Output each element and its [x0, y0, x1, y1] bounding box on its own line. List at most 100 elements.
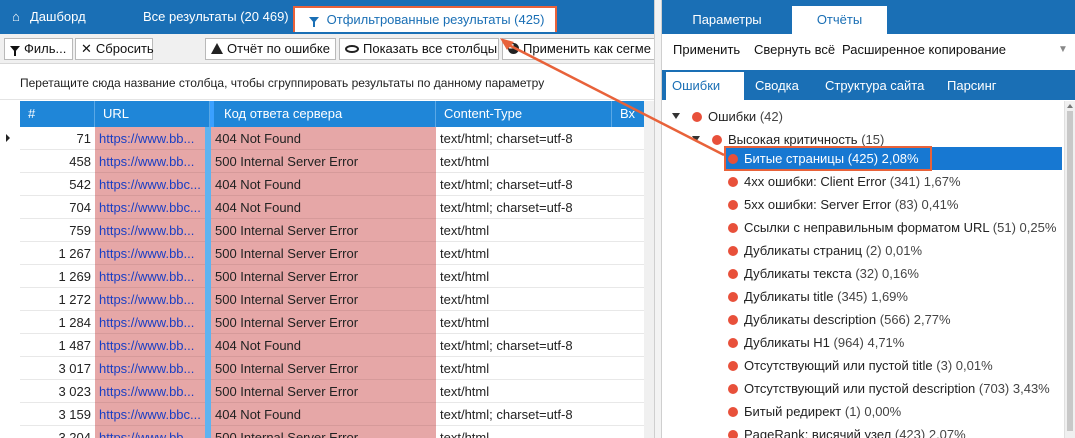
cell-inlinks [612, 127, 644, 150]
cell-inlinks [612, 265, 644, 288]
tab-parsing[interactable]: Парсинг [947, 72, 997, 100]
table-row[interactable]: 759 https://www.bb... 500 Internal Server … [0, 219, 644, 242]
cell-url-link[interactable]: https://www.bb... [95, 380, 210, 403]
tab-site-structure[interactable]: Структура сайта [825, 72, 924, 100]
tree-scrollbar-thumb[interactable] [1067, 111, 1073, 431]
tree-node-item[interactable]: Дубликаты текста (32) 0,16% [728, 262, 919, 285]
tree-node-item[interactable]: Дубликаты description (566) 2,77% [728, 308, 951, 331]
cell-url-link[interactable]: https://www.bb... [95, 311, 210, 334]
reset-button-label: Сбросить [95, 41, 154, 56]
table-row[interactable]: 3 017 https://www.bb... 500 Internal Serve… [0, 357, 644, 380]
side-panel: Параметры Отчёты Применить Свернуть всё … [662, 0, 1075, 438]
error-dot-icon [728, 315, 738, 325]
apply-link[interactable]: Применить [673, 34, 740, 68]
table-row[interactable]: 3 204 https://www.bb... 500 Internal Serve… [0, 426, 644, 438]
table-row[interactable]: 3 023 https://www.bb... 500 Internal Serve… [0, 380, 644, 403]
error-dot-icon [692, 112, 702, 122]
results-toolbar: Филь... ✕ Сбросить Отчёт по ошибке Показа… [0, 34, 654, 64]
column-header-number[interactable]: # [20, 101, 95, 127]
column-header-content-type[interactable]: Content-Type [436, 101, 612, 127]
tree-node-label: Дубликаты H1 [744, 335, 830, 350]
table-row[interactable]: 458 https://www.bb... 500 Internal Server … [0, 150, 644, 173]
more-actions-icon[interactable]: ▼ [1058, 34, 1068, 68]
cell-number: 1 269 [20, 265, 95, 288]
tab-filtered-results[interactable]: Отфильтрованные результаты (425) [293, 6, 557, 32]
warning-icon [211, 43, 223, 54]
cell-url-link[interactable]: https://www.bbc... [95, 173, 210, 196]
apply-as-segment-button[interactable]: Применить как сегме [502, 38, 654, 60]
tree-scrollbar[interactable] [1064, 101, 1075, 438]
cell-url-link[interactable]: https://www.bb... [95, 334, 210, 357]
table-row[interactable]: 704 https://www.bbc... 404 Not Found text/h… [0, 196, 644, 219]
tab-parameters[interactable]: Параметры [662, 6, 792, 34]
tree-node-count: (42) [759, 109, 783, 124]
advanced-copy-link[interactable]: Расширенное копирование [842, 34, 1006, 68]
cell-status-code: 500 Internal Server Error [211, 311, 436, 334]
table-row[interactable]: 1 267 https://www.bb... 500 Internal Serve… [0, 242, 644, 265]
cell-url-link[interactable]: https://www.bb... [95, 127, 210, 150]
group-by-hint: Перетащите сюда название столбца, чтобы … [20, 76, 545, 90]
show-all-columns-button[interactable]: Показать все столбцы [339, 38, 499, 60]
filter-button-label: Филь... [24, 41, 67, 56]
table-row[interactable]: 1 269 https://www.bb... 500 Internal Serve… [0, 265, 644, 288]
tree-node-item[interactable]: PageRank: висячий узел (423) 2,07% [728, 423, 966, 438]
tab-dashboard[interactable]: ⌂ Дашборд [12, 0, 86, 34]
cell-url-link[interactable]: https://www.bb... [95, 242, 210, 265]
tree-node-errors[interactable]: Ошибки (42) [692, 105, 783, 128]
tree-node-label: Битый редирект [744, 404, 842, 419]
pane-splitter[interactable] [654, 0, 662, 438]
table-row[interactable]: 3 159 https://www.bbc... 404 Not Found text… [0, 403, 644, 426]
cell-inlinks [612, 196, 644, 219]
error-dot-icon [728, 338, 738, 348]
table-row[interactable]: 1 487 https://www.bb... 404 Not Found text/… [0, 334, 644, 357]
cell-number: 458 [20, 150, 95, 173]
table-row[interactable]: 71 https://www.bb... 404 Not Found text/htm… [0, 127, 644, 150]
tree-node-item[interactable]: Отсутствующий или пустой description (70… [728, 377, 1050, 400]
cell-url-link[interactable]: https://www.bb... [95, 357, 210, 380]
column-header-url[interactable]: URL [95, 101, 210, 127]
cell-content-type: text/html [436, 426, 612, 438]
tree-node-broken-pages[interactable]: Битые страницы (425) 2,08% [724, 147, 1062, 170]
cell-status-code: 500 Internal Server Error [211, 426, 436, 438]
tree-node-item[interactable]: Дубликаты title (345) 1,69% [728, 285, 908, 308]
table-row[interactable]: 1 272 https://www.bb... 500 Internal Serve… [0, 288, 644, 311]
reset-button[interactable]: ✕ Сбросить [75, 38, 154, 60]
tree-node-item[interactable]: 5xx ошибки: Server Error (83) 0,41% [728, 193, 958, 216]
cell-content-type: text/html; charset=utf-8 [436, 127, 612, 150]
group-by-drop-area[interactable]: Перетащите сюда название столбца, чтобы … [0, 64, 654, 100]
report-type-tabs: Ошибки Сводка Структура сайта Парсинг [662, 70, 1075, 100]
cell-url-link[interactable]: https://www.bb... [95, 150, 210, 173]
expand-root-icon[interactable] [672, 113, 680, 119]
tree-node-label: Дубликаты страниц [744, 243, 863, 258]
filter-button[interactable]: Филь... [4, 38, 73, 60]
tab-reports[interactable]: Отчёты [792, 6, 887, 34]
tab-all-results[interactable]: Все результаты (20 469) [143, 0, 289, 34]
table-row[interactable]: 542 https://www.bbc... 404 Not Found text/h… [0, 173, 644, 196]
tab-summary[interactable]: Сводка [755, 72, 799, 100]
cell-url-link[interactable]: https://www.bbc... [95, 196, 210, 219]
column-header-status-code[interactable]: Код ответа сервера [210, 101, 436, 127]
cell-url-link[interactable]: https://www.bb... [95, 426, 210, 438]
cell-url-link[interactable]: https://www.bb... [95, 219, 210, 242]
tree-node-item[interactable]: 4xx ошибки: Client Error (341) 1,67% [728, 170, 961, 193]
cell-number: 3 023 [20, 380, 95, 403]
tree-node-item[interactable]: Дубликаты H1 (964) 4,71% [728, 331, 904, 354]
error-report-button[interactable]: Отчёт по ошибке [205, 38, 336, 60]
cell-url-link[interactable]: https://www.bb... [95, 265, 210, 288]
tree-node-item[interactable]: Дубликаты страниц (2) 0,01% [728, 239, 922, 262]
column-header-inlinks[interactable]: Вх [612, 101, 644, 127]
expand-high-severity-icon[interactable] [692, 136, 700, 142]
tree-node-item[interactable]: Отсутствующий или пустой title (3) 0,01% [728, 354, 993, 377]
tree-node-count: (1) 0,00% [844, 404, 902, 419]
tab-errors[interactable]: Ошибки [666, 72, 744, 100]
cell-url-link[interactable]: https://www.bb... [95, 288, 210, 311]
cell-url-link[interactable]: https://www.bbc... [95, 403, 210, 426]
cell-status-code: 404 Not Found [211, 334, 436, 357]
collapse-all-link[interactable]: Свернуть всё [754, 34, 835, 68]
scroll-up-icon[interactable] [1067, 104, 1073, 108]
tree-node-item[interactable]: Битый редирект (1) 0,00% [728, 400, 901, 423]
tree-node-item[interactable]: Ссылки с неправильным форматом URL (51) … [728, 216, 1056, 239]
table-row[interactable]: 1 284 https://www.bb... 500 Internal Serve… [0, 311, 644, 334]
grid-scrollbar[interactable] [644, 101, 654, 438]
cell-content-type: text/html [436, 265, 612, 288]
